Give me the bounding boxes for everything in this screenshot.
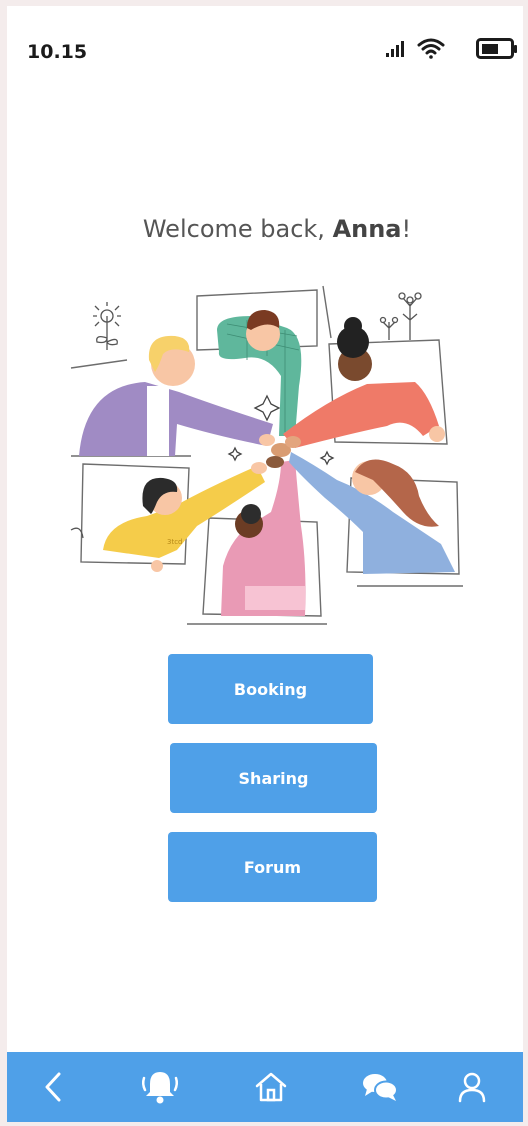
signal-icon: [386, 41, 404, 57]
status-time: 10.15: [27, 41, 88, 63]
chat-icon[interactable]: [359, 1066, 401, 1108]
battery-icon: [476, 38, 517, 59]
back-icon[interactable]: [32, 1066, 74, 1108]
svg-text:3tcd: 3tcd: [167, 538, 183, 546]
welcome-suffix: !: [401, 215, 412, 243]
welcome-prefix: Welcome back,: [142, 215, 333, 243]
user-name: Anna: [332, 215, 402, 243]
forum-button[interactable]: Forum: [168, 832, 377, 902]
bell-icon[interactable]: [139, 1066, 181, 1108]
sharing-button[interactable]: Sharing: [170, 743, 377, 813]
booking-button[interactable]: Booking: [168, 654, 373, 724]
wifi-icon: [417, 38, 445, 59]
welcome-heading: Welcome back, Anna!: [7, 215, 523, 243]
status-bar: 10.15: [7, 6, 523, 92]
profile-icon[interactable]: [451, 1066, 493, 1108]
bottom-navigation-bar: [7, 1052, 523, 1122]
phone-screen: 10.15 Welcome back, Anna! 3tcd Booking S…: [7, 6, 523, 1122]
team-hands-together-illustration: 3tcd: [70, 285, 463, 625]
home-icon[interactable]: [250, 1066, 292, 1108]
